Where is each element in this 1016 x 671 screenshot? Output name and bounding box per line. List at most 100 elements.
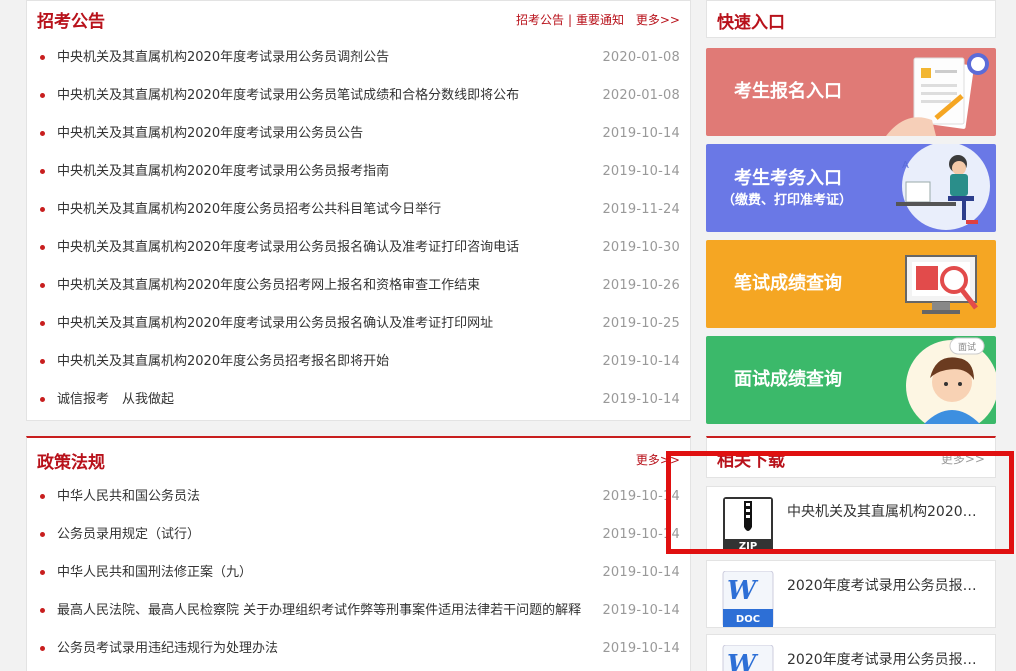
list-item-title[interactable]: 最高人民法院、最高人民检察院 关于办理组织考试作弊等刑事案件适用法律若干问题的解… xyxy=(57,592,581,630)
list-item-title[interactable]: 中华人民共和国公务员法 xyxy=(57,478,200,516)
link-announcements[interactable]: 招考公告 xyxy=(516,13,564,27)
list-item-date: 2019-10-30 xyxy=(602,240,680,255)
list-item-title[interactable]: 中央机关及其直属机构2020年度考试录用公务员报考指南 xyxy=(57,153,389,191)
list-item-title[interactable]: 中央机关及其直属机构2020年度考试录用公务员公告 xyxy=(57,115,363,153)
list-item[interactable]: 公务员考试录用违纪违规行为处理办法 2019-10-14 xyxy=(37,630,680,668)
tile-label: 面试成绩查询 xyxy=(734,369,842,390)
list-item[interactable]: 中央机关及其直属机构2020年度考试录用公务员公告 2019-10-14 xyxy=(37,115,680,153)
list-item-title[interactable]: 中央机关及其直属机构2020年度公务员招考公共科目笔试今日举行 xyxy=(57,191,441,229)
svg-text:A: A xyxy=(902,160,909,171)
policies-list: 中华人民共和国公务员法 2019-10-14 公务员录用规定（试行） 2019-10-… xyxy=(37,478,680,668)
bullet-icon xyxy=(40,321,45,326)
list-item-title[interactable]: 诚信报考 从我做起 xyxy=(57,381,174,419)
list-item-title[interactable]: 中央机关及其直属机构2020年度考试录用公务员报名确认及准考证打印网址 xyxy=(57,305,493,343)
link-important-notices[interactable]: 重要通知 xyxy=(576,13,624,27)
bullet-icon xyxy=(40,570,45,575)
list-item[interactable]: 中央机关及其直属机构2020年度考试录用公务员报考指南 2019-10-14 xyxy=(37,153,680,191)
list-item-date: 2019-10-14 xyxy=(602,641,680,656)
more-link[interactable]: 更多>> xyxy=(941,452,985,466)
policies-header: 政策法规 更多>> xyxy=(27,438,690,476)
svg-text:W: W xyxy=(727,650,759,671)
list-item[interactable]: 中华人民共和国刑法修正案（九） 2019-10-14 xyxy=(37,554,680,592)
list-item-date: 2019-10-14 xyxy=(602,603,680,618)
bullet-icon xyxy=(40,608,45,613)
tile-registration[interactable]: 考生报名入口 xyxy=(706,48,996,136)
list-item[interactable]: 最高人民法院、最高人民检察院 关于办理组织考试作弊等刑事案件适用法律若干问题的解… xyxy=(37,592,680,630)
list-item[interactable]: 诚信报考 从我做起 2019-10-14 xyxy=(37,381,680,419)
tile-label: 考生报名入口 xyxy=(734,81,842,102)
tile-label: 考生考务入口 （缴费、打印准考证） xyxy=(722,168,852,212)
list-item-date: 2020-01-08 xyxy=(602,88,680,103)
tile-exam-affairs[interactable]: 考生考务入口 （缴费、打印准考证） A xyxy=(706,144,996,232)
list-item-title[interactable]: 中央机关及其直属机构2020年度公务员招考报名即将开始 xyxy=(57,343,389,381)
list-item-title[interactable]: 中央机关及其直属机构2020年度公务员招考网上报名和资格审查工作结束 xyxy=(57,267,480,305)
list-item-title[interactable]: 中央机关及其直属机构2020年度考试录用公务员报名确认及准考证打印咨询电话 xyxy=(57,229,519,267)
bullet-icon xyxy=(40,283,45,288)
list-item-date: 2019-10-25 xyxy=(602,316,680,331)
list-item[interactable]: 中央机关及其直属机构2020年度公务员招考公共科目笔试今日举行 2019-11-2… xyxy=(37,191,680,229)
list-item-date: 2020-01-08 xyxy=(602,50,680,65)
list-item-date: 2019-10-26 xyxy=(602,278,680,293)
list-item-date: 2019-11-24 xyxy=(602,202,680,217)
tile-label-main: 考生考务入口 xyxy=(734,168,842,189)
list-item[interactable]: 中央机关及其直属机构2020年度考试录用公务员报名确认及准考证打印网址 2019-… xyxy=(37,305,680,343)
list-item-title[interactable]: 中央机关及其直属机构2020年度考试录用公务员调剂公告 xyxy=(57,39,389,77)
doc-file-icon: W DOC xyxy=(722,645,774,671)
downloads-links: 更多>> xyxy=(941,450,985,467)
tile-written-score[interactable]: 笔试成绩查询 xyxy=(706,240,996,328)
tile-label-sub: （缴费、打印准考证） xyxy=(722,193,853,208)
bullet-icon xyxy=(40,131,45,136)
zip-file-icon: ZIP xyxy=(723,497,773,553)
list-item-title[interactable]: 公务员录用规定（试行） xyxy=(57,516,200,554)
bullet-icon xyxy=(40,359,45,364)
list-item-date: 2019-10-14 xyxy=(602,527,680,542)
bullet-icon xyxy=(40,93,45,98)
bullet-icon xyxy=(40,207,45,212)
download-name: 中央机关及其直属机构2020年度考试录用公务员调剂公告 xyxy=(787,504,987,520)
list-item-date: 2019-10-14 xyxy=(602,126,680,141)
bullet-icon xyxy=(40,494,45,499)
downloads-title: 相关下载 xyxy=(717,451,785,471)
download-item[interactable]: W DOC 2020年度考试录用公务员报名登记表 xyxy=(706,560,996,628)
svg-text:面试: 面试 xyxy=(958,341,976,353)
bullet-icon xyxy=(40,397,45,402)
announcements-header: 招考公告 招考公告 | 重要通知 更多>> xyxy=(27,1,690,39)
announcements-list: 中央机关及其直属机构2020年度考试录用公务员调剂公告 2020-01-08 中央机… xyxy=(37,39,680,419)
list-item[interactable]: 中央机关及其直属机构2020年度考试录用公务员调剂公告 2020-01-08 xyxy=(37,39,680,77)
student-desk-icon: A xyxy=(896,144,990,230)
policies-title: 政策法规 xyxy=(37,453,105,473)
download-item[interactable]: ZIP 中央机关及其直属机构2020年度考试录用公务员调剂公告 xyxy=(706,486,996,554)
more-link[interactable]: 更多>> xyxy=(636,453,680,467)
tile-label: 笔试成绩查询 xyxy=(734,273,842,294)
announcements-links: 招考公告 | 重要通知 更多>> xyxy=(516,11,680,28)
bullet-icon xyxy=(40,55,45,60)
policies-links: 更多>> xyxy=(636,451,680,468)
bullet-icon xyxy=(40,169,45,174)
list-item-title[interactable]: 中央机关及其直属机构2020年度考试录用公务员笔试成绩和合格分数线即将公布 xyxy=(57,77,519,115)
list-item-title[interactable]: 中华人民共和国刑法修正案（九） xyxy=(57,554,252,592)
score-search-icon xyxy=(905,255,978,314)
list-item[interactable]: 中央机关及其直属机构2020年度考试录用公务员笔试成绩和合格分数线即将公布 202… xyxy=(37,77,680,115)
list-item[interactable]: 公务员录用规定（试行） 2019-10-14 xyxy=(37,516,680,554)
list-item-date: 2019-10-14 xyxy=(602,489,680,504)
announcements-panel: 招考公告 招考公告 | 重要通知 更多>> 中央机关及其直属机构2020年度考试录用… xyxy=(26,0,691,421)
form-sign-icon xyxy=(886,53,989,136)
doc-file-icon: W DOC xyxy=(722,571,774,627)
download-item[interactable]: W DOC 2020年度考试录用公务员报名推荐表 xyxy=(706,634,996,671)
list-item-title[interactable]: 公务员考试录用违纪违规行为处理办法 xyxy=(57,630,278,668)
more-link[interactable]: 更多>> xyxy=(636,13,680,27)
list-item[interactable]: 中央机关及其直属机构2020年度公务员招考报名即将开始 2019-10-14 xyxy=(37,343,680,381)
list-item[interactable]: 中央机关及其直属机构2020年度公务员招考网上报名和资格审查工作结束 2019-1… xyxy=(37,267,680,305)
download-name: 2020年度考试录用公务员报名登记表 xyxy=(787,578,987,594)
tile-interview-score[interactable]: 面试成绩查询 面试 xyxy=(706,336,996,424)
svg-text:W: W xyxy=(727,576,759,606)
list-item-date: 2019-10-14 xyxy=(602,565,680,580)
list-item[interactable]: 中央机关及其直属机构2020年度考试录用公务员报名确认及准考证打印咨询电话 201… xyxy=(37,229,680,267)
downloads-header: 相关下载 更多>> xyxy=(706,436,996,478)
list-item-date: 2019-10-14 xyxy=(602,354,680,369)
quick-entry-title: 快速入口 xyxy=(717,13,785,33)
policies-panel: 政策法规 更多>> 中华人民共和国公务员法 2019-10-14 公务员录用规定（试… xyxy=(26,436,691,671)
separator: | xyxy=(567,13,573,27)
list-item-date: 2019-10-14 xyxy=(602,164,680,179)
list-item[interactable]: 中华人民共和国公务员法 2019-10-14 xyxy=(37,478,680,516)
